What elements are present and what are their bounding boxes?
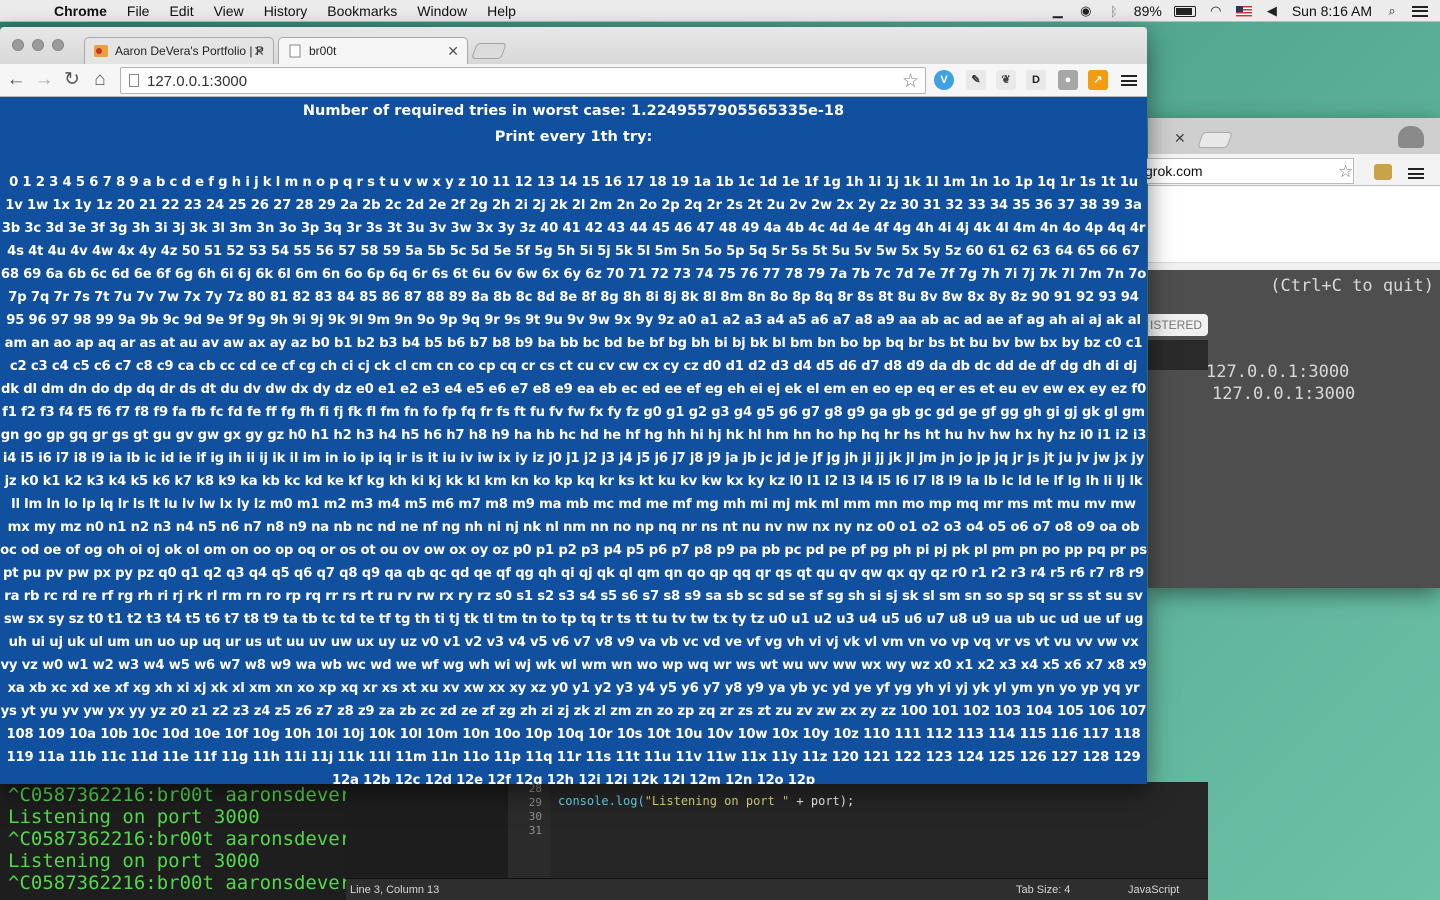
- code-function: console.log(: [558, 794, 645, 808]
- menu-bar: Chrome File Edit View History Bookmarks …: [0, 0, 1440, 22]
- line-number: 31: [528, 824, 542, 837]
- forwarding-address: 127.0.0.1:3000: [1206, 362, 1350, 382]
- browser-toolbar: ← → ↻ ⌂ ☆ V ✎ ❦ D ● ↗: [0, 64, 1147, 97]
- zoom-window-button[interactable]: [52, 39, 64, 51]
- terminal-line: ^C0587362216:br00t aaronsdevera: [8, 828, 346, 850]
- d-badge-icon[interactable]: D: [1026, 70, 1046, 90]
- tab-br00t[interactable]: br00t ✕: [278, 37, 468, 64]
- editor-status-bar: Line 3, Column 13 Tab Size: 4 JavaScript: [346, 878, 1208, 900]
- battery-icon[interactable]: [1173, 5, 1196, 17]
- code-string: "Listening on port ": [644, 794, 790, 808]
- home-icon[interactable]: ⌂: [88, 68, 112, 92]
- incognito-icon: [1398, 126, 1424, 148]
- line-number: 30: [528, 810, 542, 823]
- tab-title: br00t: [309, 44, 337, 58]
- minimize-window-button[interactable]: [32, 39, 44, 51]
- line-number: 29: [528, 796, 542, 809]
- browser-window: Aaron DeVera's Portfolio | P ✕ br00t ✕ ←…: [0, 27, 1147, 784]
- close-window-button[interactable]: [12, 39, 24, 51]
- evernote-icon[interactable]: ❦: [996, 70, 1016, 90]
- back-arrow-icon[interactable]: ←: [4, 68, 28, 92]
- url-input[interactable]: [147, 71, 887, 91]
- line-number: 28: [528, 782, 542, 795]
- address-bar[interactable]: ☆: [120, 67, 926, 94]
- clock[interactable]: Sun 8:16 AM: [1292, 3, 1372, 19]
- bookmark-star-icon[interactable]: ☆: [902, 70, 919, 93]
- close-icon[interactable]: ✕: [253, 43, 265, 60]
- terminal-line: Listening on port 3000: [8, 806, 260, 828]
- menu-help[interactable]: Help: [477, 3, 526, 19]
- code-editor-window[interactable]: 28 29 30 31 console.log("Listening on po…: [346, 782, 1208, 900]
- terminal-line: ^C0587362216:br00t aaronsdevera: [8, 872, 346, 894]
- code-line[interactable]: console.log("Listening on port " + port)…: [558, 794, 854, 808]
- menu-app-name[interactable]: Chrome: [46, 3, 117, 19]
- v-icon[interactable]: V: [934, 70, 954, 90]
- bluetooth-icon[interactable]: ᛒ: [1106, 3, 1122, 19]
- puzzle-favicon-icon: [94, 45, 108, 57]
- menu-file[interactable]: File: [117, 3, 160, 19]
- terminal-dark-strip: [1148, 340, 1208, 370]
- menu-edit[interactable]: Edit: [159, 3, 203, 19]
- menu-window[interactable]: Window: [407, 3, 477, 19]
- session-status-label: ISTERED: [1148, 314, 1208, 336]
- line-number-gutter: 28 29 30 31: [508, 782, 550, 878]
- browser-menu-icon[interactable]: [1408, 168, 1424, 179]
- page-icon: [129, 74, 139, 87]
- page-content: Number of required tries in worst case: …: [0, 97, 1147, 784]
- menu-bookmarks[interactable]: Bookmarks: [317, 3, 407, 19]
- chart-icon[interactable]: ↗: [1088, 70, 1108, 90]
- volume-icon[interactable]: ◀: [1264, 3, 1280, 19]
- reload-icon[interactable]: ↻: [60, 68, 84, 92]
- code-rest: + port);: [789, 794, 855, 808]
- eyedropper-icon[interactable]: ✎: [966, 70, 986, 90]
- quit-hint: (Ctrl+C to quit): [1270, 276, 1434, 296]
- dropbox-icon[interactable]: ▁: [1050, 3, 1066, 19]
- terminal-line: Listening on port 3000: [8, 850, 260, 872]
- notification-center-icon[interactable]: [1412, 5, 1428, 17]
- tries-output: 0 1 2 3 4 5 6 7 8 9 a b c d e f g h i j …: [0, 175, 1147, 784]
- close-icon[interactable]: ✕: [1174, 130, 1186, 147]
- close-icon[interactable]: ✕: [447, 43, 459, 60]
- tab-title: Aaron DeVera's Portfolio | P: [115, 44, 264, 58]
- us-flag-icon[interactable]: [1235, 5, 1252, 17]
- ngrok-terminal: (Ctrl+C to quit) ISTERED 127.0.0.1:3000 …: [1148, 270, 1440, 588]
- terminal-window[interactable]: ^C0587362216:br00t aaronsdevera Listenin…: [0, 782, 346, 900]
- worst-case-tries-heading: Number of required tries in worst case: …: [302, 103, 845, 119]
- tab-portfolio[interactable]: Aaron DeVera's Portfolio | P ✕: [84, 37, 274, 64]
- bookmark-star-icon[interactable]: ☆: [1338, 162, 1353, 182]
- new-tab-button[interactable]: [1197, 132, 1233, 148]
- back-page-area: [1148, 186, 1440, 262]
- editor-sidebar: [346, 782, 508, 878]
- cursor-position: Line 3, Column 13: [350, 884, 440, 896]
- back-address-bar[interactable]: grok.com: [1144, 158, 1354, 184]
- back-toolbar: grok.com ☆: [1144, 154, 1440, 186]
- battery-percent: 89%: [1133, 3, 1162, 19]
- forward-arrow-icon[interactable]: →: [32, 68, 56, 92]
- extension-icon[interactable]: [1374, 164, 1392, 180]
- background-browser-window: ✕ grok.com ☆ (Ctrl+C to quit) ISTERED 12…: [1144, 118, 1440, 588]
- page-favicon-icon: [289, 44, 301, 58]
- print-frequency-heading: Print every 1th try:: [494, 129, 653, 145]
- status-items: ▁ ◉ ᛒ 89% ◠ ◀ Sun 8:16 AM ⌕: [1050, 0, 1440, 22]
- terminal-line: ^C0587362216:br00t aaronsdevera: [8, 784, 346, 806]
- browser-menu-icon[interactable]: [1121, 75, 1137, 86]
- wifi-icon[interactable]: ◠: [1208, 3, 1224, 19]
- syntax-selector[interactable]: JavaScript: [1128, 884, 1179, 896]
- accessibility-icon[interactable]: ◉: [1078, 3, 1094, 19]
- spotlight-search-icon[interactable]: ⌕: [1384, 3, 1400, 19]
- new-tab-button[interactable]: [471, 43, 507, 59]
- menu-view[interactable]: View: [204, 3, 254, 19]
- tab-strip: Aaron DeVera's Portfolio | P ✕ br00t ✕: [0, 27, 1147, 64]
- forwarding-address-secondary: 127.0.0.1:3000: [1212, 384, 1356, 404]
- incognito-extension-icon[interactable]: ●: [1058, 70, 1078, 90]
- menu-history[interactable]: History: [254, 3, 318, 19]
- tab-size-selector[interactable]: Tab Size: 4: [1016, 884, 1070, 896]
- back-tab-strip: ✕: [1148, 118, 1440, 154]
